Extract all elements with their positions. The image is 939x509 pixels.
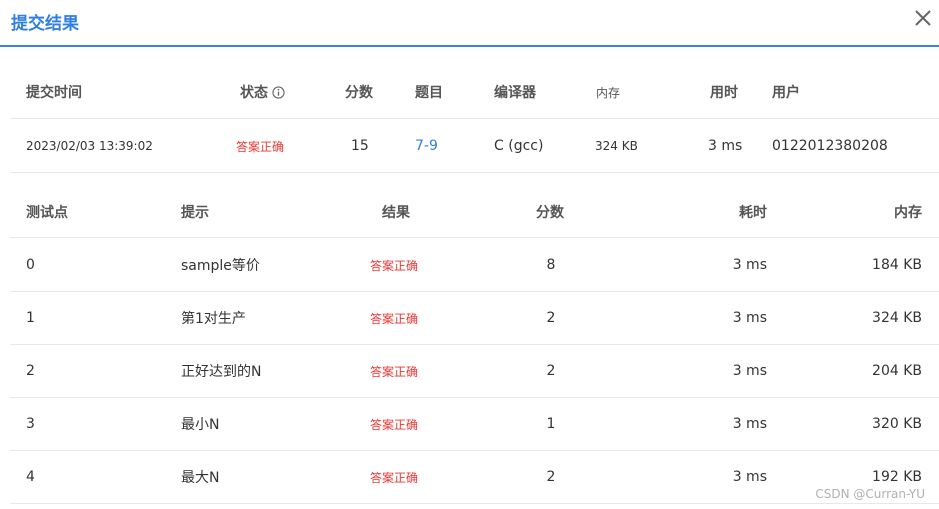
test-hint: 第1对生产 — [181, 311, 246, 327]
test-score: 2 — [546, 469, 556, 485]
header-test-point: 测试点 — [26, 204, 68, 221]
test-memory: 184 KB — [872, 257, 922, 273]
table-row: 1 第1对生产 答案正确 2 3 ms 324 KB — [10, 292, 939, 345]
header-compiler: 编译器 — [494, 85, 536, 101]
status-badge: 答案正确 — [236, 139, 285, 154]
test-result: 答案正确 — [370, 417, 419, 432]
header-submit-time: 提交时间 — [26, 85, 82, 101]
table-row: 0 sample等价 答案正确 8 3 ms 184 KB — [10, 239, 939, 292]
header-problem: 题目 — [415, 85, 443, 101]
test-point: 1 — [26, 310, 35, 326]
header-memory: 内存 — [596, 85, 621, 100]
header-status-label: 状态 — [240, 85, 268, 101]
submission-result-dialog: 提交结果 提交时间 状态 分数 题目 编译器 内存 用时 用户 2023/02/… — [0, 0, 939, 509]
dialog-header: 提交结果 — [0, 0, 939, 47]
test-score: 2 — [546, 363, 556, 379]
header-tc-memory: 内存 — [894, 204, 922, 221]
test-hint: sample等价 — [181, 258, 260, 274]
table-row: 2 正好达到的N 答案正确 2 3 ms 204 KB — [10, 345, 939, 398]
test-result: 答案正确 — [370, 470, 419, 485]
test-memory: 324 KB — [872, 310, 922, 326]
test-time: 3 ms — [732, 310, 767, 326]
test-memory: 204 KB — [872, 363, 922, 379]
test-point: 2 — [26, 363, 35, 379]
compiler-value: C (gcc) — [494, 138, 544, 154]
test-result: 答案正确 — [370, 311, 419, 326]
test-score: 8 — [546, 257, 556, 273]
header-score: 分数 — [345, 85, 373, 101]
test-result: 答案正确 — [370, 364, 419, 379]
table-row: 4 最大N 答案正确 2 3 ms 192 KB — [10, 451, 939, 504]
header-tc-time: 耗时 — [739, 204, 767, 221]
header-user: 用户 — [772, 85, 800, 101]
score-value: 15 — [351, 138, 369, 154]
header-hint: 提示 — [181, 204, 209, 221]
summary-row: 2023/02/03 13:39:02 答案正确 15 7-9 C (gcc) … — [10, 120, 939, 173]
table-row: 3 最小N 答案正确 1 3 ms 320 KB — [10, 398, 939, 451]
test-score: 1 — [546, 416, 556, 432]
user-value: 0122012380208 — [772, 138, 888, 154]
test-hint: 最大N — [181, 470, 220, 486]
summary-header-row: 提交时间 状态 分数 题目 编译器 内存 用时 用户 — [10, 66, 939, 119]
header-status: 状态 — [240, 66, 285, 118]
close-icon — [915, 10, 931, 26]
testcase-header-row: 测试点 提示 结果 分数 耗时 内存 — [10, 186, 939, 238]
time-value: 3 ms — [708, 138, 743, 154]
test-time: 3 ms — [732, 257, 767, 273]
close-button[interactable] — [913, 8, 933, 28]
test-memory: 320 KB — [872, 416, 922, 432]
header-result: 结果 — [382, 204, 410, 221]
header-time: 用时 — [710, 85, 738, 101]
watermark: CSDN @Curran-YU — [815, 487, 925, 501]
test-hint: 最小N — [181, 417, 220, 433]
test-time: 3 ms — [732, 416, 767, 432]
test-time: 3 ms — [732, 469, 767, 485]
test-score: 2 — [546, 310, 556, 326]
memory-value: 324 KB — [595, 139, 638, 153]
test-result: 答案正确 — [370, 258, 419, 273]
dialog-title: 提交结果 — [11, 14, 79, 34]
test-hint: 正好达到的N — [181, 364, 262, 380]
submit-time-value: 2023/02/03 13:39:02 — [26, 139, 153, 153]
test-point: 4 — [26, 469, 35, 485]
header-tc-score: 分数 — [536, 204, 564, 221]
test-time: 3 ms — [732, 363, 767, 379]
info-icon[interactable] — [272, 85, 285, 99]
problem-link[interactable]: 7-9 — [415, 120, 438, 172]
test-point: 3 — [26, 416, 35, 432]
test-point: 0 — [26, 257, 35, 273]
